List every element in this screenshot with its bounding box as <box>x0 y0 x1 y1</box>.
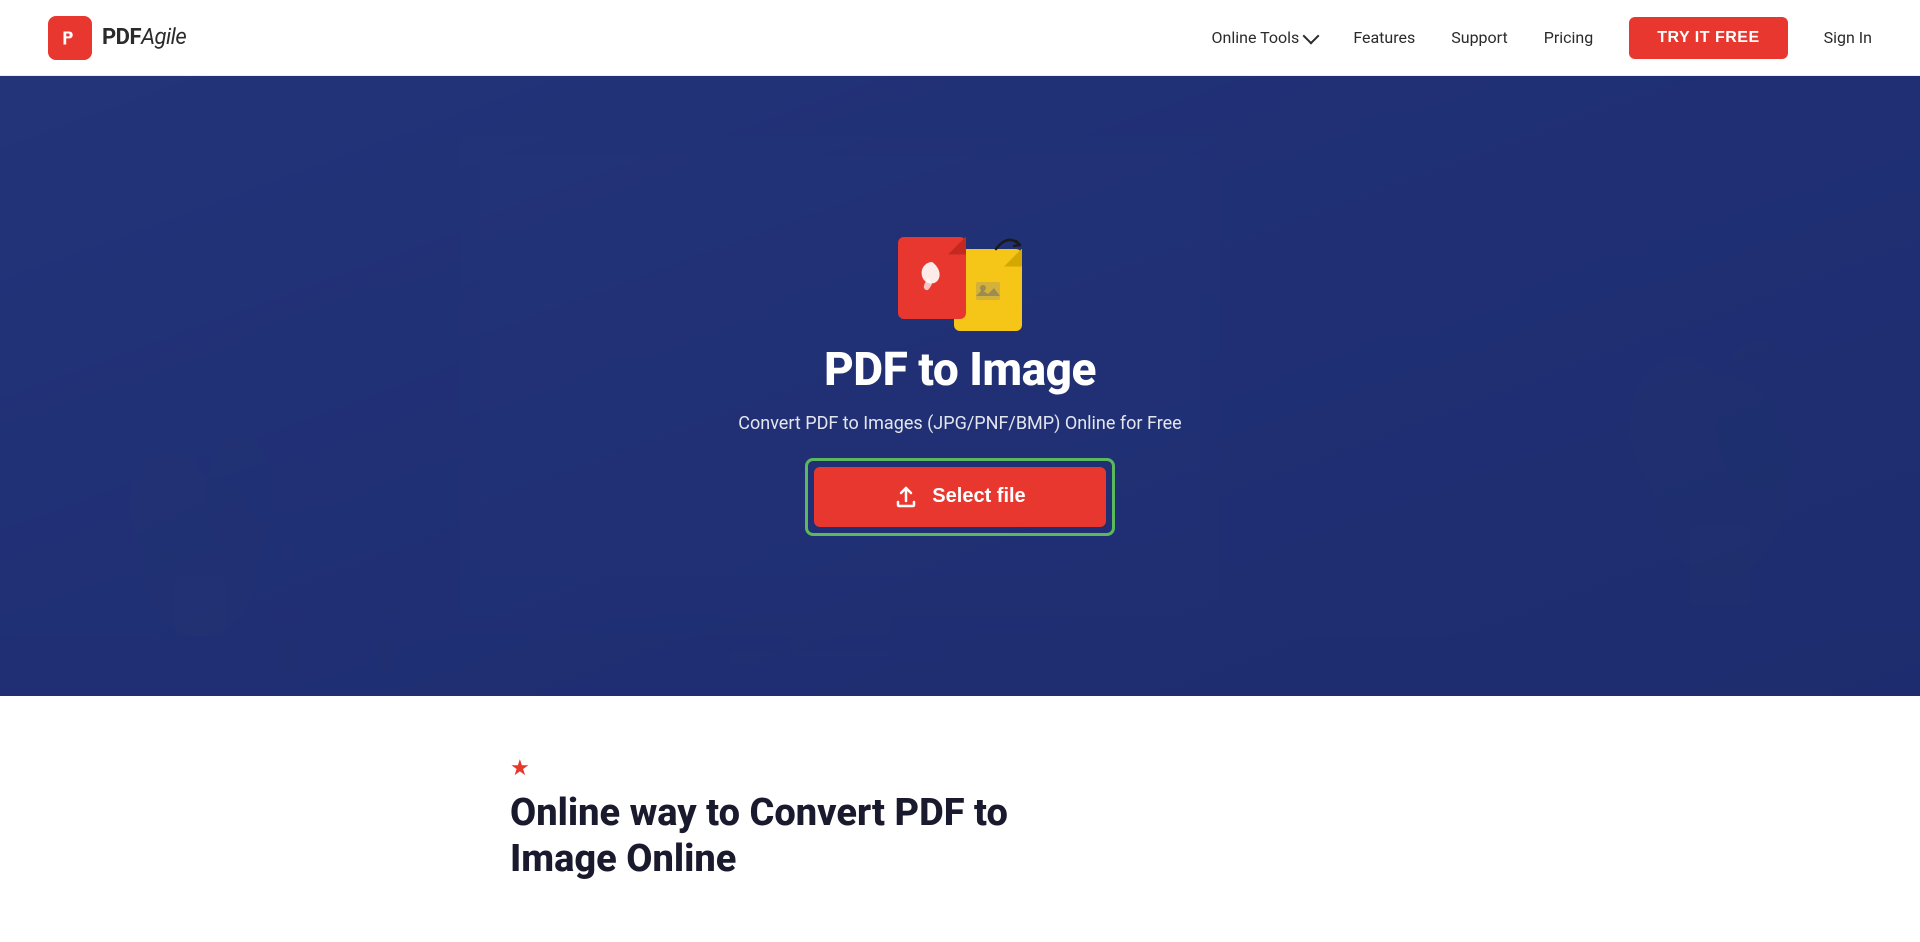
hero-content: PDF to Image Convert PDF to Images (JPG/… <box>738 237 1181 536</box>
conversion-arrow-icon <box>992 229 1024 261</box>
bottom-heading: Online way to Convert PDF to Image Onlin… <box>510 791 1410 882</box>
nav-support[interactable]: Support <box>1451 28 1507 47</box>
logo-agile-text: Agile <box>141 25 186 50</box>
support-label: Support <box>1451 28 1507 47</box>
nav-online-tools[interactable]: Online Tools <box>1212 28 1318 47</box>
pricing-label: Pricing <box>1544 28 1594 47</box>
try-free-label: TRY IT FREE <box>1657 29 1759 46</box>
logo-text[interactable]: PDFAgile <box>102 25 186 50</box>
try-it-free-button[interactable]: TRY IT FREE <box>1629 17 1787 59</box>
bottom-heading-line2: Image Online <box>510 837 1410 883</box>
logo-area: PDFAgile <box>48 16 186 60</box>
bottom-heading-line1: Online way to Convert PDF to <box>510 791 1410 837</box>
nav-pricing[interactable]: Pricing <box>1544 28 1594 47</box>
star-icon: ★ <box>510 756 1410 781</box>
upload-icon <box>894 485 918 509</box>
select-file-button[interactable]: Select file <box>814 467 1105 527</box>
sign-in-link[interactable]: Sign In <box>1824 28 1872 47</box>
pdf-symbol <box>914 256 950 299</box>
select-file-label: Select file <box>932 485 1025 508</box>
select-file-wrapper: Select file <box>805 458 1114 536</box>
bottom-section-inner: ★ Online way to Convert PDF to Image Onl… <box>510 756 1410 882</box>
navbar-right: Online Tools Features Support Pricing TR… <box>1212 17 1872 59</box>
features-label: Features <box>1353 28 1415 47</box>
sign-in-label: Sign In <box>1824 28 1872 47</box>
logo-icon[interactable] <box>48 16 92 60</box>
pdf-file-icon <box>898 237 966 319</box>
chevron-down-icon <box>1303 27 1320 44</box>
online-tools-label: Online Tools <box>1212 28 1300 47</box>
navbar: PDFAgile Online Tools Features Support P… <box>0 0 1920 76</box>
conversion-icon <box>898 237 1022 319</box>
hero-subtitle: Convert PDF to Images (JPG/PNF/BMP) Onli… <box>738 413 1181 434</box>
nav-features[interactable]: Features <box>1353 28 1415 47</box>
hero-title: PDF to Image <box>824 343 1096 397</box>
bottom-section: ★ Online way to Convert PDF to Image Onl… <box>0 696 1920 942</box>
hero-section: PDF to Image Convert PDF to Images (JPG/… <box>0 76 1920 696</box>
